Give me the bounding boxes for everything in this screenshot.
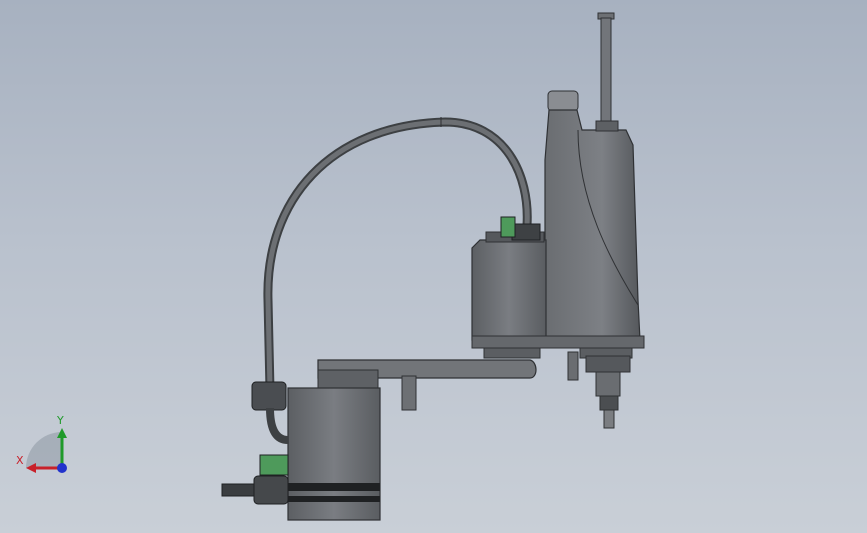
robot-base	[221, 381, 381, 521]
z-axis-icon	[57, 463, 67, 473]
z-shaft	[597, 12, 615, 124]
scara-robot-model[interactable]	[0, 0, 867, 533]
coordinate-triad: Y X	[12, 412, 76, 478]
y-axis-label: Y	[56, 414, 64, 427]
arm-column	[544, 90, 641, 341]
cad-viewport[interactable]	[0, 0, 867, 533]
x-axis-label: X	[16, 454, 24, 467]
